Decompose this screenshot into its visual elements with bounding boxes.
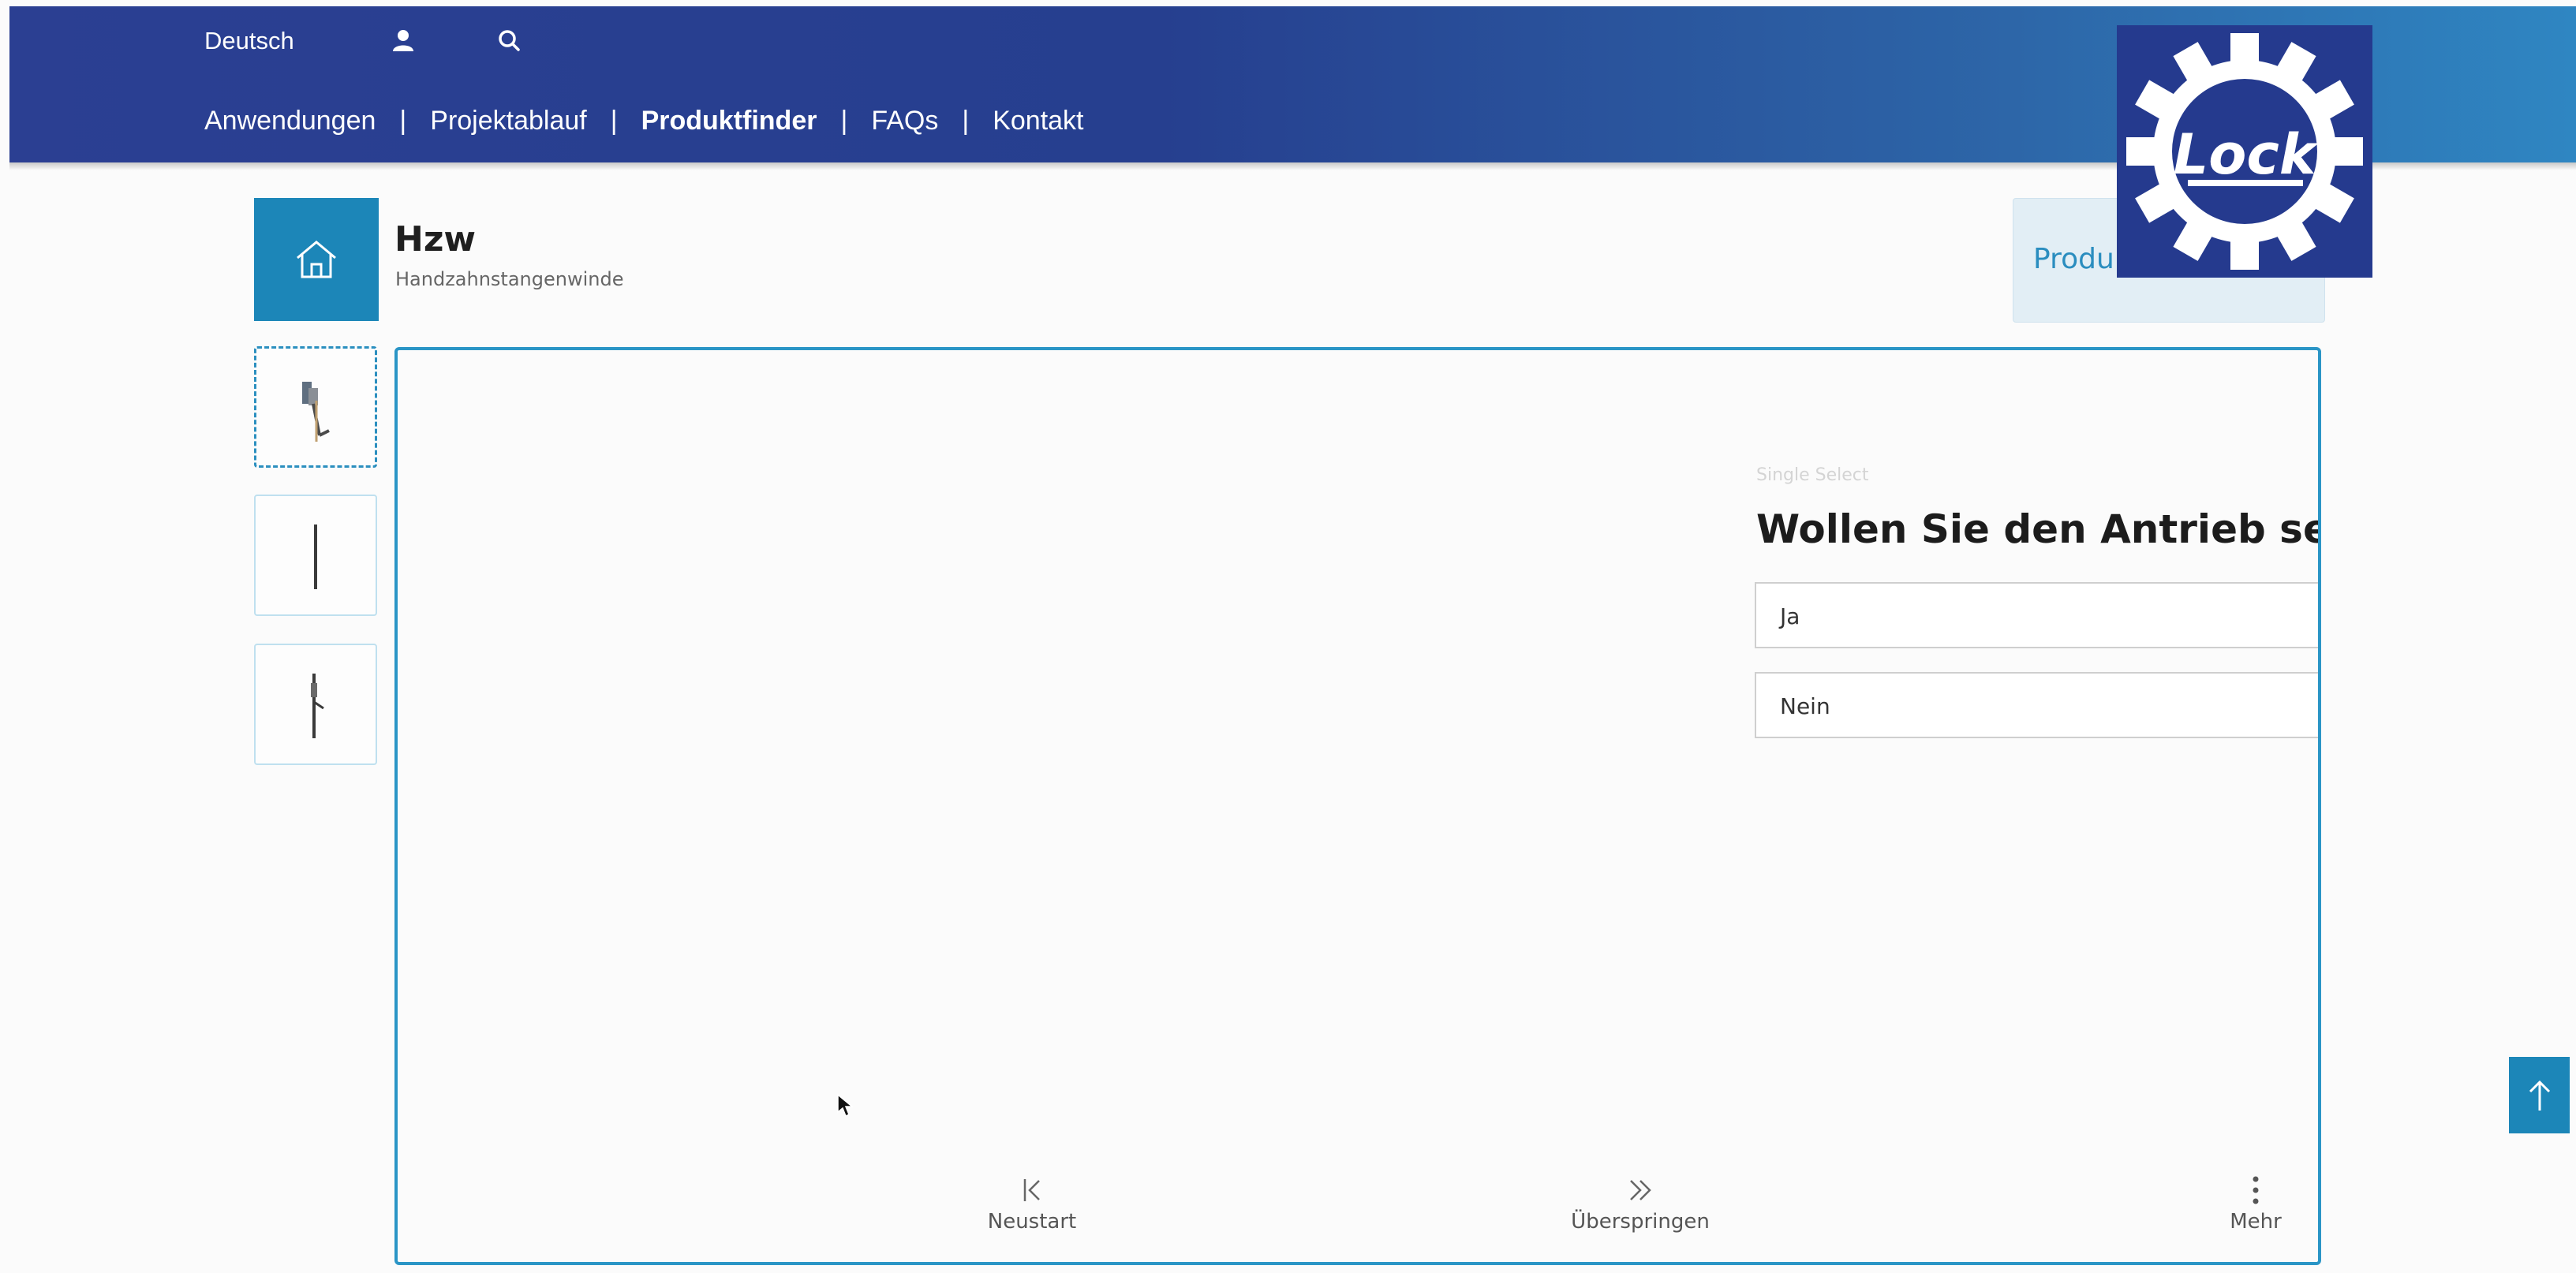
- home-button[interactable]: [254, 198, 379, 321]
- home-icon: [297, 241, 336, 278]
- main-navigation: Anwendungen | Projektablauf | Produktfin…: [204, 106, 1084, 136]
- nav-separator: |: [962, 106, 970, 136]
- question-panel: Single Select Wollen Sie den Antrieb sei…: [394, 347, 2321, 1265]
- arrow-up-icon: [2529, 1080, 2550, 1111]
- nav-item-projektablauf[interactable]: Projektablauf: [430, 106, 586, 136]
- scroll-to-top-button[interactable]: [2509, 1057, 2570, 1133]
- thumbnail-hand-winch[interactable]: [254, 346, 377, 468]
- hand-winch-image: [302, 382, 330, 442]
- option-label: Ja: [1780, 603, 1800, 629]
- more-vertical-icon: [2253, 1176, 2259, 1204]
- nav-item-produktfinder[interactable]: Produktfinder: [641, 106, 817, 136]
- nav-separator: |: [610, 106, 618, 136]
- product-panel-label: Produ: [2033, 243, 2114, 275]
- option-ja[interactable]: Ja: [1755, 582, 2318, 648]
- lock-logo-icon: Lock: [2126, 33, 2363, 270]
- question-type-label: Single Select: [1756, 465, 1869, 485]
- product-subtitle: Handzahnstangenwinde: [395, 268, 624, 290]
- user-icon[interactable]: [391, 28, 415, 52]
- mouse-cursor: [837, 1093, 854, 1118]
- skip-button[interactable]: Überspringen: [1538, 1170, 1743, 1234]
- rack-image: [314, 525, 317, 589]
- nav-item-faqs[interactable]: FAQs: [871, 106, 938, 136]
- language-selector[interactable]: Deutsch: [204, 27, 294, 55]
- skip-label: Überspringen: [1571, 1210, 1710, 1234]
- thumbnail-rack-winch[interactable]: [254, 644, 377, 765]
- option-nein[interactable]: Nein: [1755, 672, 2318, 738]
- more-label: Mehr: [2230, 1210, 2282, 1234]
- option-label: Nein: [1780, 693, 1830, 719]
- restart-button[interactable]: Neustart: [969, 1170, 1095, 1234]
- double-chevron-right-icon: [1630, 1180, 1651, 1200]
- rack-winch-image: [311, 674, 324, 738]
- restart-icon: [1023, 1179, 1040, 1201]
- product-title: Hzw: [394, 219, 477, 259]
- question-text: Wollen Sie den Antrieb seitlich: [1756, 506, 2318, 552]
- logo-text: Lock: [2174, 122, 2320, 187]
- nav-separator: |: [399, 106, 407, 136]
- more-button[interactable]: Mehr: [2200, 1170, 2311, 1234]
- search-icon[interactable]: [497, 28, 521, 52]
- nav-item-anwendungen[interactable]: Anwendungen: [204, 106, 376, 136]
- company-logo[interactable]: Lock: [2117, 25, 2372, 278]
- restart-label: Neustart: [987, 1210, 1077, 1234]
- thumbnail-rack[interactable]: [254, 495, 377, 616]
- nav-item-kontakt[interactable]: Kontakt: [993, 106, 1083, 136]
- nav-separator: |: [840, 106, 848, 136]
